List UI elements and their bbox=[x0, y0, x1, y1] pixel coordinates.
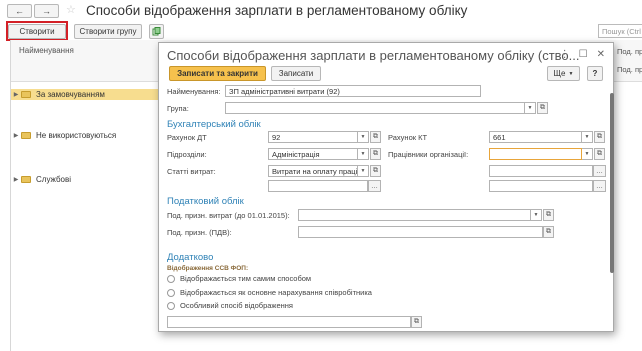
group-label: Група: bbox=[167, 104, 189, 113]
division-dropdown-icon[interactable]: ▼ bbox=[358, 148, 369, 160]
help-button[interactable]: ? bbox=[587, 66, 603, 81]
dialog-title: Способи відображення зарплати в регламен… bbox=[167, 48, 580, 63]
dt-label: Рахунок ДТ bbox=[167, 133, 207, 142]
column-header-right-1[interactable]: Под. приз bbox=[617, 47, 642, 56]
dt-account-field[interactable]: 92 bbox=[268, 131, 358, 143]
chevron-down-icon: ▼ bbox=[568, 70, 574, 77]
employees-label: Працівники організації: bbox=[388, 150, 469, 159]
list-item-label: За замовчуванням bbox=[36, 90, 105, 99]
expense-label: Статті витрат: bbox=[167, 167, 216, 176]
radio-label: Відображається як основне нарахування сп… bbox=[180, 288, 372, 297]
expand-arrow-icon[interactable]: ▶ bbox=[11, 132, 21, 139]
dt-open-icon[interactable]: ⧉ bbox=[370, 131, 381, 143]
list-item-label: Службові bbox=[36, 175, 72, 184]
employees-extra-select-icon[interactable]: … bbox=[593, 180, 606, 192]
expense-extra-select-icon[interactable]: … bbox=[368, 180, 381, 192]
expense-open-icon[interactable]: ⧉ bbox=[370, 165, 381, 177]
list-item[interactable]: ▶ За замовчуванням bbox=[11, 89, 161, 100]
tax-vat-label: Под. призн. (ПДВ): bbox=[167, 228, 232, 237]
expense-dropdown-icon[interactable]: ▼ bbox=[358, 165, 369, 177]
create-button-highlight bbox=[6, 21, 68, 41]
expand-arrow-icon[interactable]: ▶ bbox=[11, 91, 21, 98]
employees-open-icon[interactable]: ⧉ bbox=[594, 148, 605, 160]
special-method-field[interactable] bbox=[167, 316, 411, 328]
employees-field[interactable] bbox=[489, 148, 582, 160]
section-accounting-heading: Бухгалтерський облік bbox=[167, 119, 261, 130]
tax-expense-field[interactable] bbox=[298, 209, 531, 221]
radio-main-accrual[interactable]: Відображається як основне нарахування сп… bbox=[167, 288, 372, 297]
save-button[interactable]: Записати bbox=[271, 66, 321, 81]
dt-dropdown-icon[interactable]: ▼ bbox=[358, 131, 369, 143]
more-button-label: Ще bbox=[553, 69, 566, 78]
list-item-label: Не використовуються bbox=[36, 131, 117, 140]
expand-arrow-icon[interactable]: ▶ bbox=[11, 176, 21, 183]
group-field[interactable] bbox=[225, 102, 525, 114]
folder-icon bbox=[21, 176, 31, 183]
radio-icon[interactable] bbox=[167, 301, 175, 310]
tax-vat-field[interactable] bbox=[298, 226, 543, 238]
radio-icon[interactable] bbox=[167, 288, 175, 297]
more-button[interactable]: Ще ▼ bbox=[547, 66, 580, 81]
radio-icon[interactable] bbox=[167, 274, 175, 283]
division-open-icon[interactable]: ⧉ bbox=[370, 148, 381, 160]
tax-expense-label: Под. призн. витрат (до 01.01.2015): bbox=[167, 211, 290, 220]
special-method-open-icon[interactable]: ⧉ bbox=[411, 316, 422, 328]
employees-extra-field[interactable] bbox=[489, 180, 593, 192]
expense-extra-field-right[interactable] bbox=[489, 165, 593, 177]
dialog-window-controls: ⋮ ☐ ✕ bbox=[560, 49, 605, 60]
close-icon[interactable]: ✕ bbox=[597, 49, 605, 60]
folder-icon bbox=[21, 91, 31, 98]
page-title: Способи відображення зарплати в регламен… bbox=[86, 3, 468, 18]
section-tax-heading: Податковий облік bbox=[167, 196, 244, 207]
edit-dialog: Способи відображення зарплати в регламен… bbox=[158, 42, 614, 332]
kt-open-icon[interactable]: ⧉ bbox=[594, 131, 605, 143]
tax-vat-open-icon[interactable]: ⧉ bbox=[543, 226, 554, 238]
copy-icon[interactable] bbox=[149, 24, 164, 39]
kt-label: Рахунок КТ bbox=[388, 133, 428, 142]
kt-account-field[interactable]: 661 bbox=[489, 131, 582, 143]
create-group-button[interactable]: Створити групу bbox=[74, 24, 142, 39]
maximize-icon[interactable]: ☐ bbox=[579, 49, 588, 60]
scrollbar[interactable] bbox=[610, 93, 614, 273]
more-options-icon[interactable]: ⋮ bbox=[560, 49, 570, 60]
kt-dropdown-icon[interactable]: ▼ bbox=[582, 131, 593, 143]
ssv-title: Відображення ССВ ФОП: bbox=[167, 265, 249, 272]
list-item[interactable]: ▶ Службові bbox=[11, 174, 161, 185]
radio-label: Особливий спосіб відображення bbox=[180, 301, 293, 310]
column-name-header[interactable]: Найменування bbox=[19, 46, 74, 55]
list-item[interactable]: ▶ Не використовуються bbox=[11, 130, 161, 141]
group-dropdown-icon[interactable]: ▼ bbox=[525, 102, 536, 114]
radio-special-method[interactable]: Особливий спосіб відображення bbox=[167, 301, 293, 310]
radio-same-method[interactable]: Відображається тим самим способом bbox=[167, 274, 311, 283]
tax-expense-dropdown-icon[interactable]: ▼ bbox=[531, 209, 542, 221]
back-button[interactable]: ← bbox=[7, 4, 32, 18]
list-toolbar: Створити Створити групу bbox=[0, 22, 642, 40]
group-open-icon[interactable]: ⧉ bbox=[537, 102, 548, 114]
name-label: Найменування: bbox=[167, 87, 221, 96]
column-header-right-2[interactable]: Под. приз bbox=[617, 65, 642, 74]
favorite-star-icon[interactable]: ☆ bbox=[66, 3, 76, 16]
folder-icon bbox=[21, 132, 31, 139]
save-and-close-button[interactable]: Записати та закрити bbox=[169, 66, 266, 81]
division-label: Підрозділи: bbox=[167, 150, 207, 159]
section-extra-heading: Додатково bbox=[167, 252, 214, 263]
expense-field[interactable]: Витрати на оплату праці bbox=[268, 165, 358, 177]
name-field[interactable]: ЗП адміністративні витрати (92) bbox=[225, 85, 481, 97]
tax-expense-open-icon[interactable]: ⧉ bbox=[543, 209, 554, 221]
radio-label: Відображається тим самим способом bbox=[180, 274, 312, 283]
expense-extra-select-right-icon[interactable]: … bbox=[593, 165, 606, 177]
expense-extra-field[interactable] bbox=[268, 180, 368, 192]
division-field[interactable]: Адміністрація bbox=[268, 148, 358, 160]
search-input[interactable]: Пошук (Ctrl bbox=[598, 24, 642, 38]
forward-button[interactable]: → bbox=[34, 4, 59, 18]
employees-dropdown-icon[interactable]: ▼ bbox=[582, 148, 593, 160]
window-header: ← → ☆ Способи відображення зарплати в ре… bbox=[0, 0, 642, 22]
